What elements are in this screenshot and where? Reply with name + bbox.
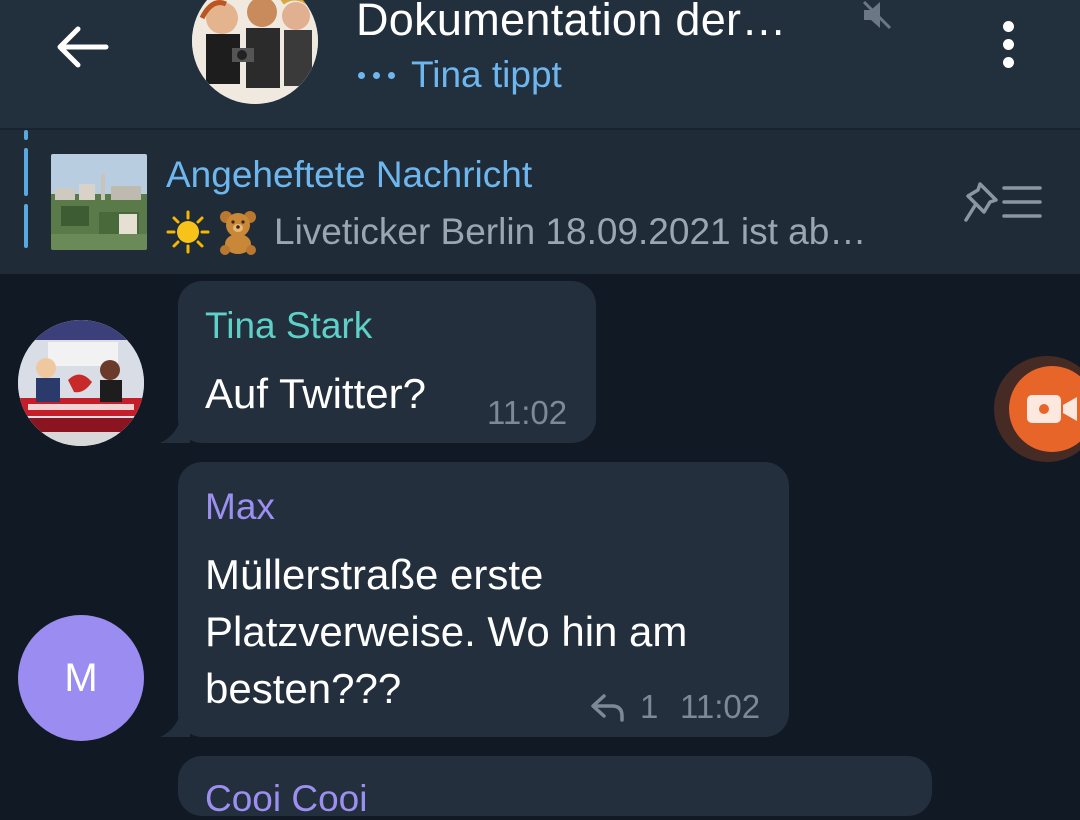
- pinned-title: Angeheftete Nachricht: [166, 154, 533, 195]
- message-bubble[interactable]: Cooi Cooi: [178, 756, 932, 819]
- pinned-preview: Liveticker Berlin 18.09.2021 ist ab…: [166, 208, 866, 256]
- message-sender[interactable]: Tina Stark: [205, 305, 372, 347]
- bubble-tail: [160, 413, 190, 443]
- message-bubble[interactable]: Max Müllerstraße erste Platzverweise. Wo…: [178, 462, 789, 737]
- video-camera-icon: [1027, 395, 1077, 423]
- message-text-line: besten???: [205, 665, 402, 712]
- video-chat-button[interactable]: [994, 356, 1080, 462]
- message-bubble[interactable]: Tina Stark Auf Twitter? 11:02: [178, 281, 596, 443]
- avatar-tina-stark[interactable]: [18, 320, 144, 446]
- avatar-letter: M: [64, 655, 98, 700]
- reply-icon: [591, 694, 624, 722]
- muted-icon: [860, 0, 894, 37]
- message-text-line: Platzverweise. Wo hin am: [205, 608, 688, 655]
- typing-status: Tina tippt: [358, 54, 562, 96]
- reply-count[interactable]: 1: [590, 688, 658, 726]
- message-sender[interactable]: Max: [205, 486, 275, 528]
- pinned-list-button[interactable]: [962, 180, 1044, 231]
- group-avatar-image: [192, 0, 318, 104]
- typing-dots-icon: [358, 71, 395, 79]
- pinned-indicator-segment: [24, 148, 28, 196]
- pinned-indicator: [24, 130, 28, 140]
- arrow-left-icon: [57, 26, 109, 68]
- message-time: 11:02: [680, 688, 761, 725]
- chat-header: Dokumentation der… Tina tippt: [0, 0, 1080, 128]
- sun-icon: [166, 210, 210, 254]
- more-vertical-icon: [1002, 20, 1014, 32]
- pinned-indicator-segment: [24, 204, 28, 248]
- teddy-bear-icon: [220, 211, 256, 255]
- message-sender[interactable]: Cooi Cooi: [205, 778, 367, 820]
- message-text: Auf Twitter?: [205, 370, 426, 417]
- pin-list-icon: [964, 182, 1042, 222]
- typing-status-text: Tina tippt: [411, 54, 562, 95]
- pinned-thumbnail: [51, 154, 147, 250]
- more-options-button[interactable]: [988, 14, 1028, 74]
- pinned-preview-text: Liveticker Berlin 18.09.2021 ist ab…: [274, 211, 867, 252]
- pinned-message-bar[interactable]: Angeheftete Nachricht Liveticker Berlin …: [0, 128, 1080, 274]
- back-button[interactable]: [50, 14, 116, 80]
- avatar-max[interactable]: M: [18, 615, 144, 741]
- message-text-line: Müllerstraße erste: [205, 551, 544, 598]
- group-avatar[interactable]: [192, 0, 318, 104]
- bubble-tail: [160, 707, 190, 737]
- message-time: 11:02: [487, 394, 568, 431]
- avatar-image: [18, 320, 144, 446]
- reply-count-text: 1: [640, 688, 659, 725]
- chat-title[interactable]: Dokumentation der…: [356, 0, 787, 46]
- pinned-emojis: [166, 208, 262, 256]
